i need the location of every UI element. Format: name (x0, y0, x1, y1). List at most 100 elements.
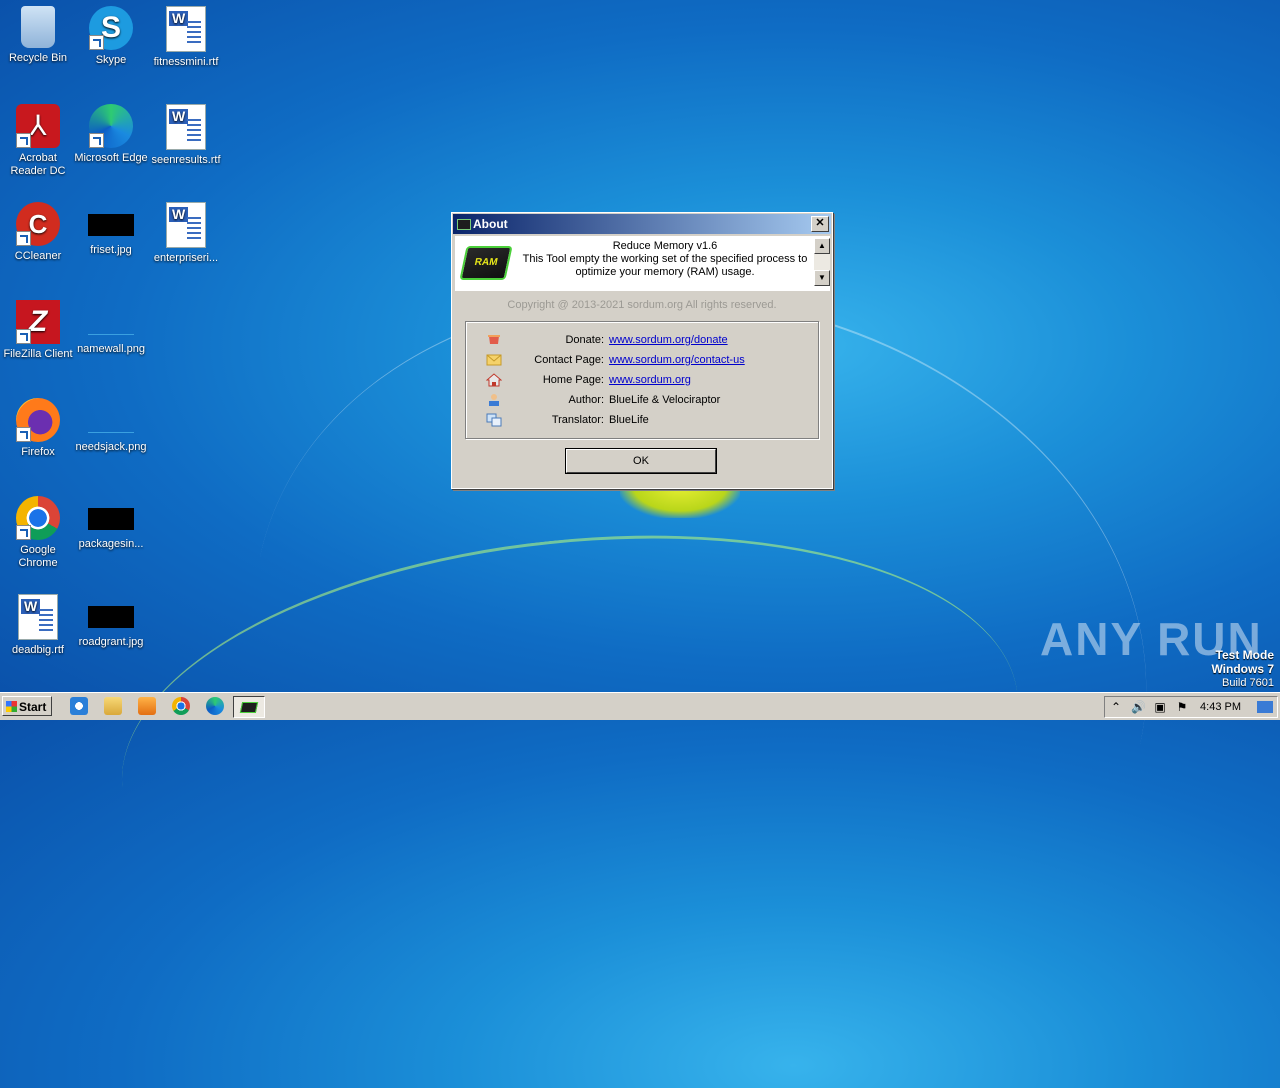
header-scrollbar[interactable]: ▲ ▼ (814, 238, 830, 286)
desktop-icon-seenresults[interactable]: seenresults.rtf (148, 98, 224, 167)
info-row-contact: Contact Page: www.sordum.org/contact-us (466, 352, 816, 368)
acrobat-icon: ⅄ (16, 104, 60, 148)
show-hidden-icons-icon[interactable]: ⌃ (1109, 700, 1123, 714)
close-button[interactable]: ✕ (811, 216, 829, 232)
shortcut-arrow-icon (16, 133, 31, 148)
edge-icon[interactable] (206, 697, 224, 715)
windows-logo-icon (6, 701, 17, 712)
desktop-icon-ccleaner[interactable]: C CCleaner (0, 196, 76, 263)
desktop-icon-recycle-bin[interactable]: Recycle Bin (0, 0, 76, 65)
about-header: RAM Reduce Memory v1.6 This Tool empty t… (455, 236, 830, 291)
donate-link[interactable]: www.sordum.org/donate (609, 332, 728, 348)
image-file-icon (88, 214, 134, 236)
start-button[interactable]: Start (2, 696, 52, 716)
image-file-icon (88, 410, 134, 433)
desktop-icon-chrome[interactable]: Google Chrome (0, 490, 76, 570)
dialog-titlebar[interactable]: About ✕ (453, 214, 831, 234)
desktop-icon-namewall[interactable]: namewall.png (73, 294, 149, 356)
desktop-icon-acrobat[interactable]: ⅄ Acrobat Reader DC (0, 98, 76, 178)
filezilla-icon: Z (16, 300, 60, 344)
desktop-icon-label: Firefox (21, 446, 55, 458)
desktop-icon-enterpriseri[interactable]: enterpriseri... (148, 196, 224, 265)
about-dialog: About ✕ RAM Reduce Memory v1.6 This Tool… (451, 212, 833, 489)
desktop-icon-label: FileZilla Client (3, 348, 73, 360)
desktop-icon-needsjack[interactable]: needsjack.png (73, 392, 149, 454)
homepage-link[interactable]: www.sordum.org (609, 372, 691, 388)
build-line: Build 7601 (1222, 677, 1274, 689)
media-player-icon[interactable] (138, 697, 156, 715)
desktop-icon-edge[interactable]: Microsoft Edge (73, 98, 149, 165)
ram-app-icon (457, 219, 471, 230)
desktop-icon-label: Google Chrome (18, 544, 58, 569)
copyright-text: Copyright @ 2013-2021 sordum.org All rig… (507, 299, 777, 311)
desktop-icon-label: packagesin... (78, 538, 144, 550)
start-label: Start (19, 700, 47, 714)
explorer-icon[interactable] (104, 697, 122, 715)
network-icon[interactable]: ▣ (1153, 700, 1167, 714)
desktop-icon-label: enterpriseri... (153, 252, 219, 264)
desktop-icon-label: Skype (95, 54, 127, 66)
reduce-memory-taskbar-button[interactable] (233, 696, 265, 718)
chrome-icon[interactable] (172, 697, 190, 715)
desktop-icon-skype[interactable]: S Skype (73, 0, 149, 67)
word-document-icon (18, 594, 58, 640)
info-group: Donate: www.sordum.org/donate Contact Pa… (465, 321, 819, 439)
desktop-icon-label: deadbig.rtf (12, 644, 64, 656)
shortcut-arrow-icon (16, 329, 31, 344)
desktop-icon-label: namewall.png (77, 343, 145, 355)
wallpaper-flower (620, 486, 740, 518)
desktop-icon-roadgrant[interactable]: roadgrant.jpg (73, 588, 149, 649)
chrome-icon (16, 496, 60, 540)
word-document-icon (166, 104, 206, 150)
desktop-icon-label: CCleaner (14, 250, 62, 262)
shortcut-arrow-icon (89, 35, 104, 50)
test-mode-line: Test Mode (1215, 648, 1274, 662)
dialog-title: About (473, 217, 508, 231)
shortcut-arrow-icon (16, 231, 31, 246)
shortcut-arrow-icon (16, 427, 31, 442)
image-file-icon (88, 508, 134, 530)
author-icon (489, 394, 499, 406)
desktop-icon-packagesin[interactable]: packagesin... (73, 490, 149, 551)
about-description: Reduce Memory v1.6 This Tool empty the w… (515, 240, 815, 279)
ram-icon: RAM (459, 246, 513, 280)
flag-icon[interactable]: ⚑ (1175, 700, 1189, 714)
info-label: Translator: (551, 414, 604, 426)
shortcut-arrow-icon (16, 525, 31, 540)
desktop-icon-friset[interactable]: friset.jpg (73, 196, 149, 257)
ie-icon[interactable] (70, 697, 88, 715)
donate-icon (488, 335, 500, 344)
home-icon (486, 373, 502, 387)
word-document-icon (166, 6, 206, 52)
ok-button[interactable]: OK (566, 449, 716, 473)
desktop-icon-deadbig[interactable]: deadbig.rtf (0, 588, 76, 657)
desktop-icon-fitnessmini[interactable]: fitnessmini.rtf (148, 0, 224, 69)
desktop-icon-label: Recycle Bin (8, 52, 68, 64)
word-document-icon (166, 202, 206, 248)
description-line: optimize your memory (RAM) usage. (575, 266, 755, 278)
image-file-icon (88, 606, 134, 628)
translator-icon (486, 413, 502, 427)
author-value: BlueLife & Velociraptor (609, 394, 721, 406)
info-label: Contact Page: (534, 354, 604, 366)
clock[interactable]: 4:43 PM (1200, 697, 1241, 717)
scroll-down-button[interactable]: ▼ (814, 270, 830, 286)
reduce-memory-icon (239, 702, 259, 713)
windows-version-line: Windows 7 (1211, 662, 1274, 676)
desktop-icon-label: roadgrant.jpg (78, 636, 144, 648)
desktop-icon-label: friset.jpg (90, 244, 132, 256)
scroll-up-button[interactable]: ▲ (814, 238, 830, 254)
desktop-icon-label: seenresults.rtf (151, 154, 221, 166)
system-tray: ⌃ 🔊 ▣ ⚑ 4:43 PM (1104, 696, 1278, 718)
description-line: This Tool empty the working set of the s… (522, 253, 808, 265)
contact-link[interactable]: www.sordum.org/contact-us (609, 352, 745, 368)
show-desktop-icon[interactable] (1257, 701, 1273, 713)
info-row-home: Home Page: www.sordum.org (466, 372, 816, 388)
info-row-author: Author: BlueLife & Velociraptor (466, 392, 816, 408)
desktop-icon-label: Acrobat Reader DC (10, 152, 66, 177)
translator-value: BlueLife (609, 414, 649, 426)
desktop-icon-firefox[interactable]: Firefox (0, 392, 76, 459)
firefox-icon (16, 398, 60, 442)
volume-icon[interactable]: 🔊 (1131, 700, 1146, 714)
desktop-icon-filezilla[interactable]: Z FileZilla Client (0, 294, 76, 361)
